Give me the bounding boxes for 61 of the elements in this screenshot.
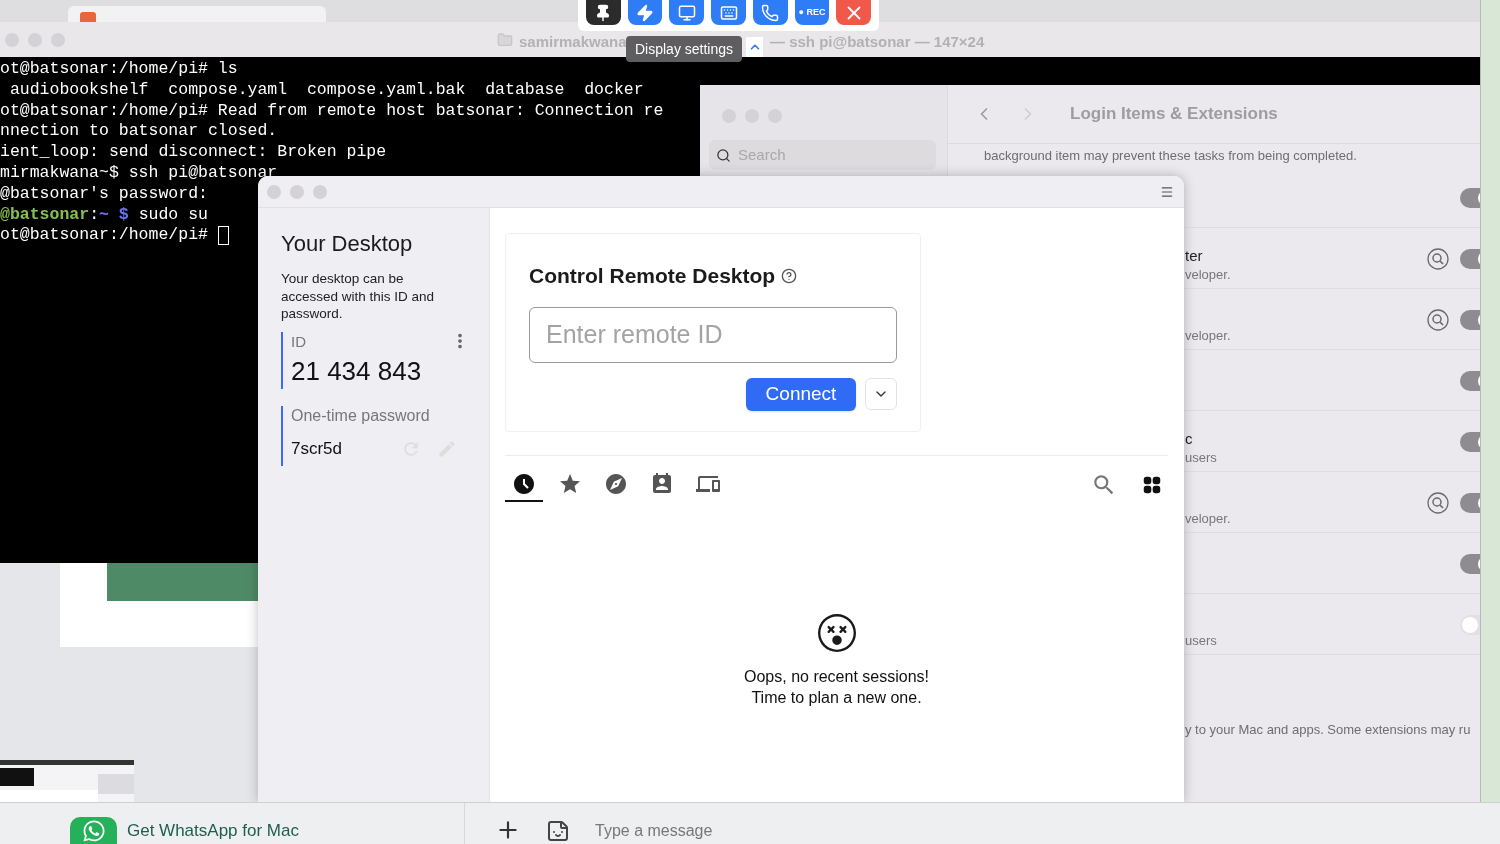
item-subtitle: veloper. xyxy=(1185,510,1231,528)
id-label: ID xyxy=(291,331,306,351)
terminal-text: ~ $ xyxy=(99,204,129,226)
menu-icon[interactable] xyxy=(1160,184,1174,199)
item-subtitle: users xyxy=(1185,632,1217,650)
monitor-icon xyxy=(677,3,696,22)
inspect-icon[interactable] xyxy=(1427,492,1449,514)
page-title: Login Items & Extensions xyxy=(1070,103,1278,126)
dizzy-face-icon xyxy=(817,614,856,652)
favicon-icon xyxy=(80,12,96,22)
message-field[interactable]: Type a message xyxy=(595,819,713,843)
item-title: ter xyxy=(1185,246,1203,266)
terminal-text: @batsonar xyxy=(0,204,90,226)
clock-icon xyxy=(512,472,536,496)
connect-button[interactable]: Connect xyxy=(746,377,856,411)
keyboard-icon xyxy=(719,3,738,22)
terminal-text: sudo su xyxy=(137,204,208,226)
terminal-text: ot@batsonar:/home/pi# xyxy=(0,225,209,247)
password-label: One-time password xyxy=(291,405,431,426)
star-icon xyxy=(558,472,582,496)
compass-icon xyxy=(604,472,628,496)
footer-text: y to your Mac and apps. Some extensions may ru xyxy=(1184,721,1472,739)
password-value: 7scr5d xyxy=(291,437,343,460)
panel-title: Your Desktop xyxy=(281,230,414,258)
search-icon xyxy=(716,147,731,163)
empty-message: Oops, no recent sessions! xyxy=(744,667,929,687)
whatsapp-icon xyxy=(70,817,117,844)
terminal-text: @batsonar's password: xyxy=(0,183,208,205)
help-icon[interactable] xyxy=(781,267,798,284)
terminal-text: audiobookshelf compose.yaml compose.yaml.bak database docker xyxy=(8,79,644,101)
inspect-icon[interactable] xyxy=(1427,248,1449,270)
phone-icon xyxy=(761,3,780,22)
terminal-text: : xyxy=(89,204,100,226)
grid-view-icon[interactable] xyxy=(1141,474,1163,496)
bolt-icon xyxy=(636,3,655,22)
terminal-text: nnection to batsonar closed. xyxy=(0,121,278,143)
inspect-icon[interactable] xyxy=(1427,309,1449,331)
tooltip: Display settings xyxy=(626,36,743,62)
connect-options-button[interactable] xyxy=(865,377,897,410)
terminal-text: ot@batsonar:/home/pi# Read from remote host batsonar: Connection re xyxy=(0,100,664,122)
description-text: background item may prevent these tasks from being completed. xyxy=(984,146,1357,165)
empty-message: Time to plan a new one. xyxy=(751,688,922,708)
item-subtitle: veloper. xyxy=(1185,266,1231,284)
id-value: 21 434 843 xyxy=(291,355,423,386)
browser-tab[interactable] xyxy=(68,6,326,22)
item-subtitle: users xyxy=(1185,449,1217,467)
item-title: c xyxy=(1185,429,1193,449)
toolbar-button[interactable] xyxy=(586,0,621,25)
sticker-icon[interactable] xyxy=(546,819,570,843)
remote-id-field[interactable]: Enter remote ID xyxy=(529,306,897,363)
panel-description: Your desktop can be accessed with this ID and password. xyxy=(281,270,436,323)
contact-card-icon xyxy=(650,472,674,496)
promo-link[interactable]: Get WhatsApp for Mac xyxy=(127,817,299,844)
terminal-text: ot@batsonar:/home/pi# ls xyxy=(0,59,238,80)
record-button[interactable]: ● REC xyxy=(794,0,830,25)
card-title: Control Remote Desktop xyxy=(529,263,776,289)
folder-icon xyxy=(497,32,513,48)
terminal-text: mirmakwana~$ ssh pi@batsonar xyxy=(0,163,278,184)
expand-button[interactable] xyxy=(746,37,763,57)
terminal-text: ient_loop: send disconnect: Broken pipe xyxy=(0,142,387,163)
item-subtitle: veloper. xyxy=(1185,327,1231,345)
